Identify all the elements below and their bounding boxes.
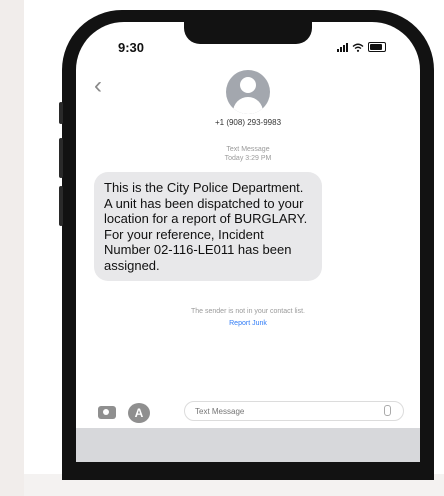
message-timestamp: Today 3:29 PM [224, 155, 272, 162]
wifi-icon [352, 43, 364, 52]
contact-number[interactable]: +1 (908) 293-9983 [76, 118, 420, 127]
mute-switch [59, 102, 63, 124]
message-input[interactable] [184, 401, 404, 421]
unknown-sender-notice: The sender is not in your contact list. [191, 308, 305, 315]
phone-screen: 9:30 ‹ +1 (908) 293-9983 Text Message To… [76, 22, 420, 462]
app-store-icon[interactable]: A [128, 403, 150, 423]
keyboard-area [76, 428, 420, 462]
volume-down-button [59, 186, 63, 226]
signal-icon [337, 42, 348, 52]
status-icons [337, 42, 386, 52]
volume-up-button [59, 138, 63, 178]
camera-icon[interactable] [98, 406, 116, 419]
chevron-left-icon[interactable]: ‹ [94, 74, 102, 98]
thread-meta: Text Message Today 3:29 PM [76, 145, 420, 163]
person-icon[interactable] [226, 70, 270, 114]
status-time: 9:30 [118, 40, 145, 55]
message-type: Text Message [226, 146, 270, 153]
battery-icon [368, 42, 386, 52]
report-junk-link[interactable]: Report Junk [76, 320, 420, 327]
message-bubble: This is the City Police Department. A un… [94, 172, 322, 281]
composer-bar: A [76, 398, 420, 428]
microphone-icon[interactable] [384, 405, 391, 416]
notch [184, 22, 312, 44]
